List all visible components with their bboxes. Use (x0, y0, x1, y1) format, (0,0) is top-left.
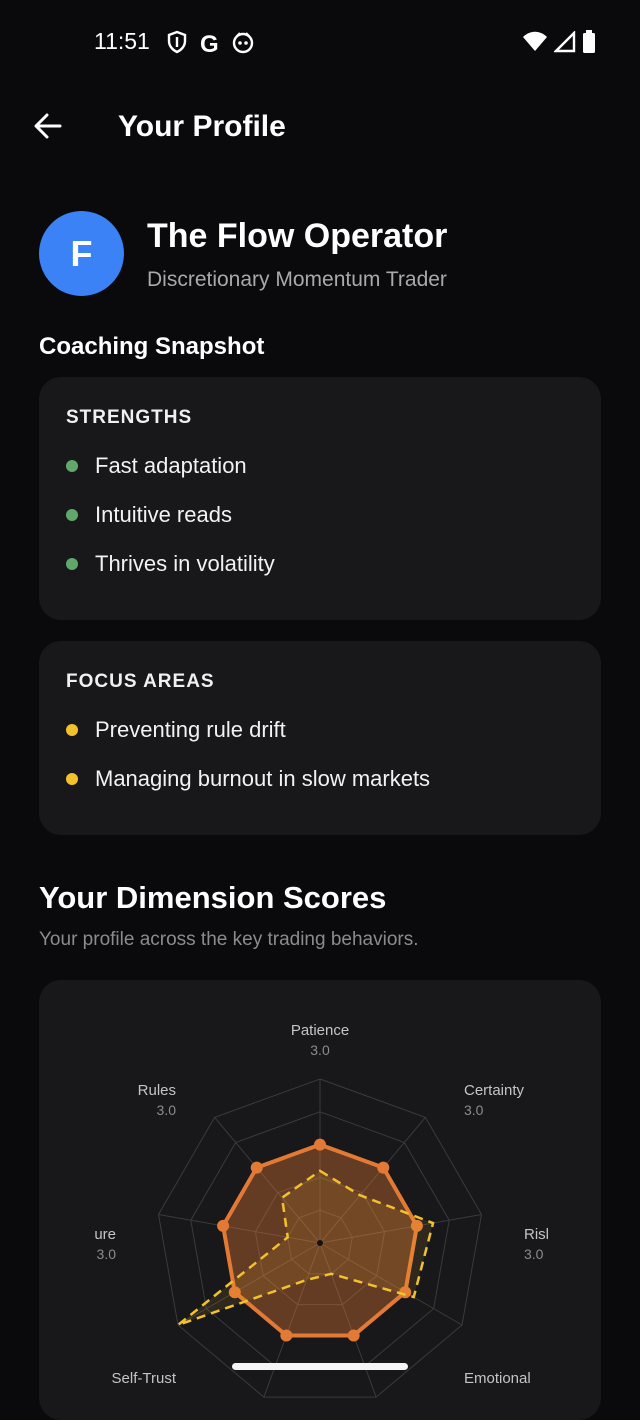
dimension-scores-subtitle: Your profile across the key trading beha… (39, 929, 419, 950)
axis-label-risk: Risl (524, 1226, 549, 1243)
status-bar: 11:51 G (0, 0, 640, 84)
list-item: Managing burnout in slow markets (66, 766, 430, 792)
list-item: Preventing rule drift (66, 717, 286, 743)
focus-text: Managing burnout in slow markets (95, 766, 431, 791)
axis-label-self-trust: Self-Trust (112, 1370, 177, 1387)
signal-icon (553, 30, 576, 58)
google-icon: G (200, 30, 219, 58)
strengths-card: STRENGTHS Fast adaptation Intuitive read… (39, 377, 601, 620)
list-item: Intuitive reads (66, 502, 232, 528)
yellow-dot-icon (66, 773, 78, 785)
system-icons (522, 30, 596, 59)
shield-icon (166, 30, 188, 59)
radar-point (377, 1161, 390, 1174)
radar-point (280, 1329, 293, 1342)
axis-label-pressure: ure (94, 1226, 116, 1243)
list-item: Fast adaptation (66, 453, 247, 479)
focus-text: Preventing rule drift (95, 717, 286, 742)
radar-chart-card: Patience 3.0 Certainty 3.0 Risl 3.0 Emot… (39, 980, 601, 1420)
coaching-snapshot-heading: Coaching Snapshot (39, 333, 265, 360)
list-item: Thrives in volatility (66, 551, 275, 577)
radar-center (317, 1240, 323, 1246)
page-title: Your Profile (118, 110, 286, 143)
radar-chart: Patience 3.0 Certainty 3.0 Risl 3.0 Emot… (94, 1022, 549, 1398)
axis-score-pressure: 3.0 (97, 1246, 117, 1262)
notification-icons: G (166, 30, 255, 59)
app-bar: Your Profile (0, 96, 640, 160)
radar-point (250, 1161, 263, 1174)
axis-label-certainty: Certainty (464, 1082, 525, 1099)
back-button[interactable] (28, 108, 68, 148)
profile-name: The Flow Operator (147, 217, 448, 255)
avatar-letter: F (70, 232, 93, 274)
axis-score-risk: 3.0 (524, 1246, 544, 1262)
robot-icon (231, 30, 255, 59)
radar-point (217, 1219, 230, 1232)
dimension-scores-title: Your Dimension Scores (39, 880, 387, 915)
focus-areas-card: FOCUS AREAS Preventing rule drift Managi… (39, 641, 601, 835)
axis-score-rules: 3.0 (157, 1102, 177, 1118)
axis-label-patience: Patience (291, 1022, 349, 1039)
green-dot-icon (66, 460, 78, 472)
green-dot-icon (66, 509, 78, 521)
strength-text: Thrives in volatility (95, 551, 275, 576)
focus-areas-label: FOCUS AREAS (66, 671, 215, 692)
radar-point (314, 1138, 326, 1151)
avatar: F (39, 211, 124, 296)
arrow-left-icon (33, 111, 63, 146)
axis-score-certainty: 3.0 (464, 1102, 484, 1118)
axis-score-patience: 3.0 (310, 1042, 330, 1058)
radar-point (347, 1329, 360, 1342)
status-time: 11:51 (94, 28, 150, 54)
radar-series (177, 1138, 435, 1342)
strength-text: Fast adaptation (95, 453, 247, 478)
profile-subtitle: Discretionary Momentum Trader (147, 268, 447, 291)
axis-label-emotional: Emotional (464, 1370, 531, 1387)
yellow-dot-icon (66, 724, 78, 736)
green-dot-icon (66, 558, 78, 570)
wifi-icon (522, 31, 548, 58)
strength-text: Intuitive reads (95, 502, 232, 527)
axis-label-rules: Rules (138, 1082, 176, 1099)
battery-icon (582, 30, 596, 59)
strengths-label: STRENGTHS (66, 407, 193, 428)
home-indicator[interactable] (232, 1363, 408, 1370)
